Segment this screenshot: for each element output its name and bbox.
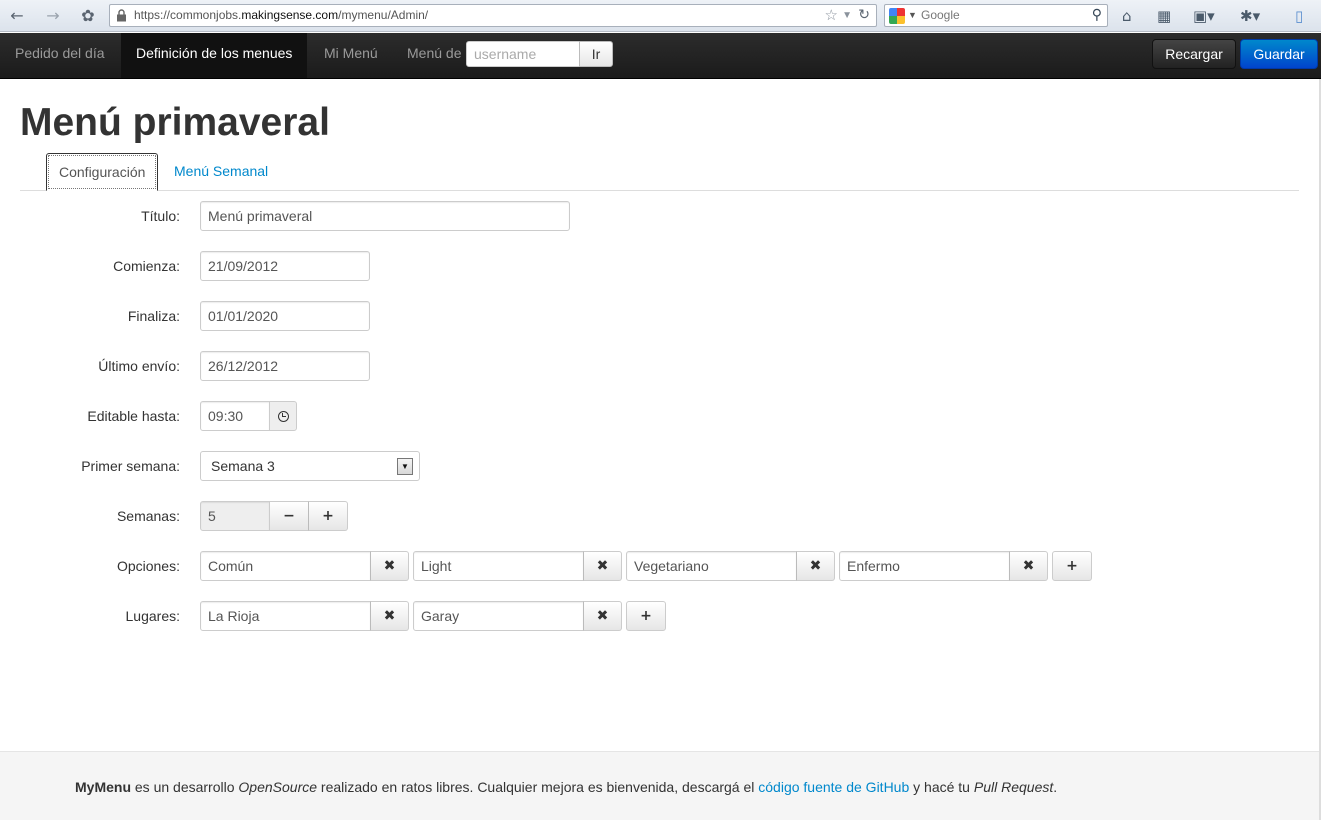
opcion-input[interactable] [839, 551, 1010, 581]
opcion-input[interactable] [626, 551, 797, 581]
lugar-input[interactable] [200, 601, 371, 631]
ultimo-envio-input[interactable] [200, 351, 370, 381]
forward-icon[interactable]: → [42, 6, 64, 26]
add-lugar-button[interactable]: + [626, 601, 666, 631]
bookmarks-icon[interactable]: ▣▾ [1193, 6, 1215, 26]
lugar-input[interactable] [413, 601, 584, 631]
home-icon[interactable]: ⌂ [1122, 6, 1132, 26]
reload-icon[interactable]: ↻ [858, 5, 870, 26]
tab-configuracion[interactable]: Configuración [46, 153, 159, 191]
label-comienza: Comienza: [113, 258, 180, 274]
tab-bar: Configuración Menú Semanal [20, 153, 1299, 191]
history-dropdown-icon[interactable]: ▼ [842, 5, 852, 26]
increment-button[interactable]: + [308, 501, 348, 531]
save-button[interactable]: Guardar [1240, 39, 1318, 69]
addon-icon[interactable]: ✱▾ [1240, 6, 1260, 26]
sync-icon[interactable]: ✿ [77, 6, 99, 26]
app-navbar: Pedido del día Definición de los menues … [0, 33, 1321, 79]
go-button[interactable]: Ir [579, 41, 613, 67]
search-placeholder: Google [921, 8, 960, 22]
primer-semana-select[interactable]: Semana 3 ▼ [200, 451, 420, 481]
browser-toolbar: ← → ✿ https://commonjobs.makingsense.com… [0, 0, 1321, 32]
bookmark-star-icon[interactable]: ☆ [825, 5, 838, 26]
address-bar[interactable]: https://commonjobs.makingsense.com/mymen… [109, 4, 877, 27]
grid-icon[interactable]: ▦ [1157, 6, 1171, 26]
footer-pull-request: Pull Request [973, 779, 1054, 795]
remove-lugar-button[interactable]: ✖ [370, 601, 409, 631]
label-titulo: Título: [141, 208, 180, 224]
footer-text-part: es un desarrollo [131, 779, 239, 795]
label-opciones: Opciones: [116, 558, 180, 574]
username-input[interactable] [466, 41, 581, 67]
editable-hasta-input[interactable] [200, 401, 270, 431]
lock-icon [117, 9, 126, 22]
label-lugares: Lugares: [125, 608, 180, 624]
footer-text: MyMenu es un desarrollo OpenSource reali… [75, 779, 1057, 795]
nav-definicion-menues[interactable]: Definición de los menues [121, 33, 308, 78]
reload-button[interactable]: Recargar [1152, 39, 1236, 69]
footer: MyMenu es un desarrollo OpenSource reali… [0, 751, 1321, 820]
comienza-input[interactable] [200, 251, 370, 281]
search-bar[interactable]: ▼ Google ⚲ [884, 4, 1108, 27]
footer-text-part: . [1053, 779, 1058, 795]
footer-brand: MyMenu [75, 779, 131, 795]
nav-pedido-del-dia[interactable]: Pedido del día [0, 33, 120, 78]
tab-menu-semanal[interactable]: Menú Semanal [162, 153, 280, 190]
back-icon[interactable]: ← [6, 6, 28, 26]
label-finaliza: Finaliza: [127, 308, 180, 324]
label-primer-semana: Primer semana: [81, 458, 180, 474]
url-text: https://commonjobs.makingsense.com/mymen… [134, 8, 429, 22]
page-title: Menú primaveral [20, 101, 330, 144]
label-ultimo-envio: Último envío: [98, 358, 180, 374]
remove-lugar-button[interactable]: ✖ [583, 601, 622, 631]
clock-icon [277, 410, 289, 422]
nav-mi-menu[interactable]: Mi Menú [309, 33, 393, 78]
opcion-input[interactable] [200, 551, 371, 581]
label-editable-hasta: Editable hasta: [87, 408, 180, 424]
google-icon [889, 8, 905, 24]
footer-text-part: y hacé tu [909, 779, 974, 795]
remove-opcion-button[interactable]: ✖ [370, 551, 409, 581]
github-link[interactable]: código fuente de GitHub [758, 779, 909, 795]
chevron-down-icon[interactable]: ▼ [397, 458, 413, 475]
opcion-input[interactable] [413, 551, 584, 581]
footer-opensource: OpenSource [238, 779, 318, 795]
search-icon[interactable]: ⚲ [1092, 5, 1102, 26]
remove-opcion-button[interactable]: ✖ [1009, 551, 1048, 581]
time-picker-button[interactable] [269, 401, 297, 431]
primer-semana-value: Semana 3 [211, 458, 275, 474]
remove-opcion-button[interactable]: ✖ [583, 551, 622, 581]
sidebar-icon[interactable]: ▯ [1295, 6, 1303, 26]
engine-dropdown-icon[interactable]: ▼ [908, 5, 917, 26]
finaliza-input[interactable] [200, 301, 370, 331]
label-semanas: Semanas: [116, 508, 180, 524]
semanas-input[interactable] [200, 501, 270, 531]
menu-de-label: Menú de [407, 45, 462, 61]
decrement-button[interactable]: − [269, 501, 309, 531]
footer-text-part: realizado en ratos libres. Cualquier mej… [317, 779, 759, 795]
add-opcion-button[interactable]: + [1052, 551, 1092, 581]
titulo-input[interactable] [200, 201, 570, 231]
remove-opcion-button[interactable]: ✖ [796, 551, 835, 581]
